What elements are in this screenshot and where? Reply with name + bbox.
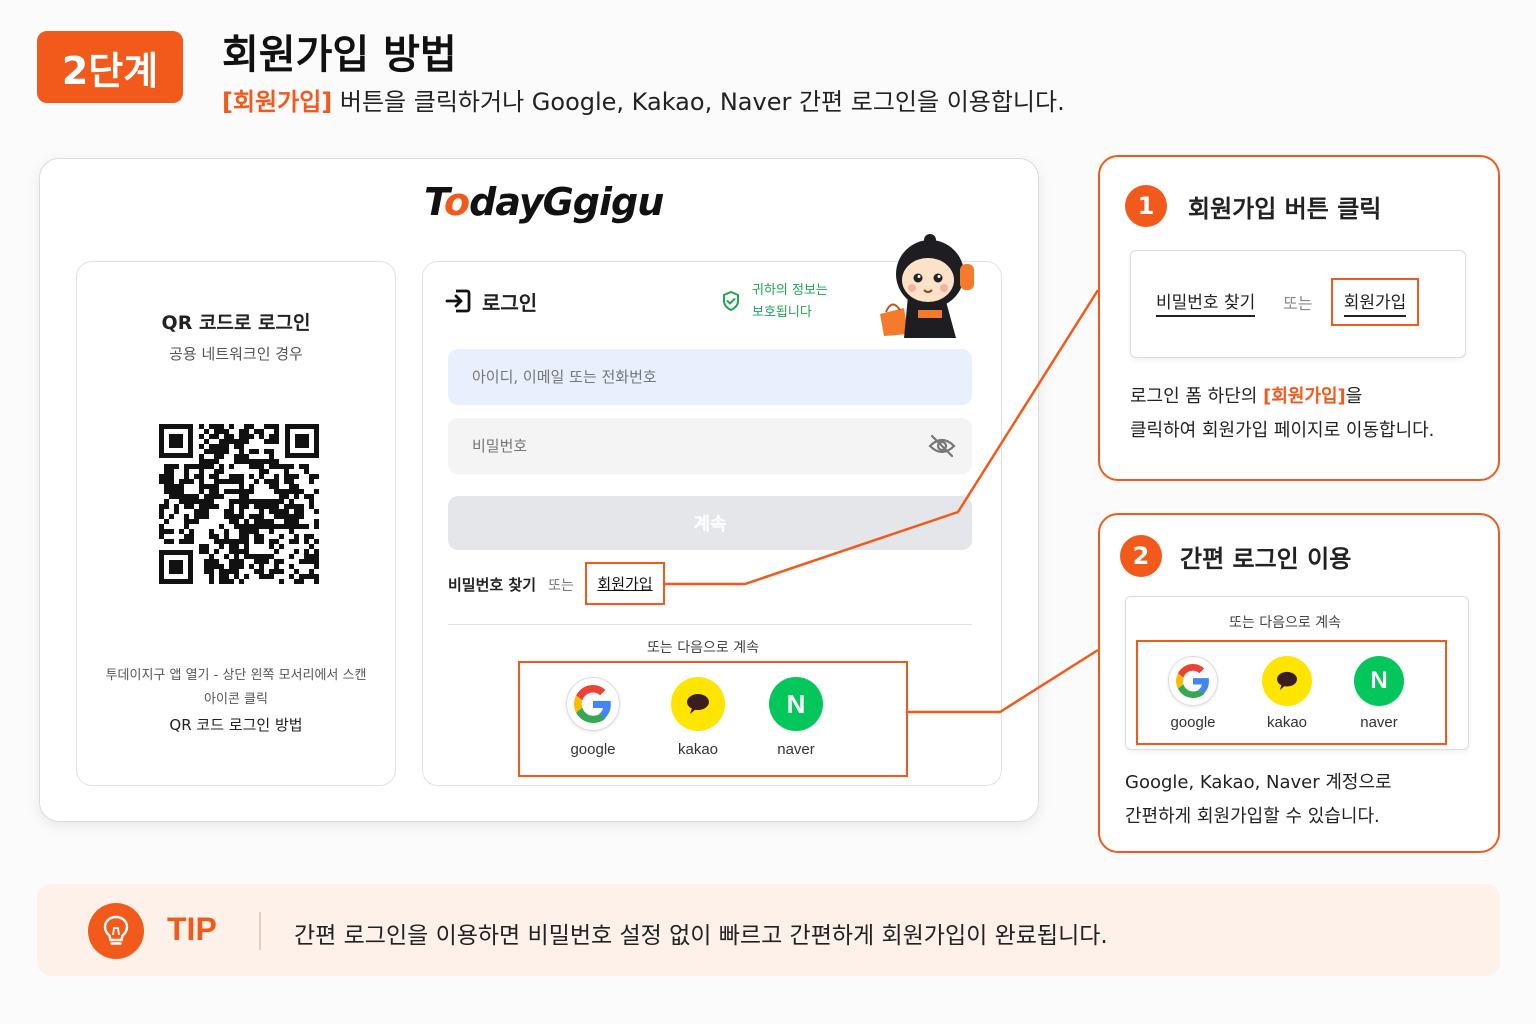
google-icon [1168, 656, 1218, 706]
callout1-desc-line1: 로그인 폼 하단의 [회원가입]을 [1130, 380, 1490, 414]
callout1-or: 또는 [1283, 294, 1313, 313]
kakao-label: kakao [677, 741, 719, 758]
qr-instructions-line1: 투데이지구 앱 열기 - 상단 왼쪽 모서리에서 스캔 [105, 668, 367, 683]
callout1-number-badge: 1 [1125, 185, 1167, 227]
or-separator: 또는 [548, 577, 574, 594]
logo-letter-t: T [424, 180, 445, 224]
callout2-kakao-label: kakao [1266, 714, 1308, 731]
login-title: 로그인 [482, 291, 538, 315]
security-notice-line1: 귀하의 정보는 [752, 283, 828, 298]
naver-login-button[interactable]: N naver [764, 677, 828, 758]
callout1-desc-post: 을 [1345, 386, 1363, 407]
subtitle-text: 버튼을 클릭하거나 Google, Kakao, Naver 간편 로그인을 이… [332, 88, 1065, 116]
tip-text: 간편 로그인을 이용하면 비밀번호 설정 없이 빠르고 간편하게 회원가입이 완… [294, 923, 1108, 949]
page-subtitle: [회원가입] 버튼을 클릭하거나 Google, Kakao, Naver 간편… [222, 82, 1065, 117]
callout2-naver-label: naver [1360, 714, 1398, 731]
google-icon [566, 677, 620, 731]
security-notice-line2: 보호됩니다 [752, 305, 812, 320]
callout2-google: google [1163, 656, 1223, 731]
qr-title: QR 코드로 로그인 [161, 312, 311, 334]
kakao-icon [671, 677, 725, 731]
page-title: 회원가입 방법 [222, 32, 457, 78]
callout2-number-badge: 2 [1120, 535, 1162, 577]
site-logo[interactable]: TodayGgigu [424, 180, 664, 224]
logo-letter-o: o [444, 180, 470, 224]
qr-instructions-line2: 아이콘 클릭 [204, 692, 268, 707]
callout1-desc-highlight: [회원가입] [1263, 386, 1346, 407]
kakao-login-button[interactable]: kakao [666, 677, 730, 758]
qr-method-link[interactable]: QR 코드 로그인 방법 [76, 714, 396, 735]
callout1-signup-highlight: 회원가입 [1331, 278, 1419, 326]
password-input[interactable] [448, 418, 972, 474]
callout2-naver: N naver [1349, 656, 1409, 731]
divider [448, 624, 972, 625]
callout2-desc-line1: Google, Kakao, Naver 계정으로 [1125, 772, 1392, 793]
google-login-button[interactable]: google [561, 677, 625, 758]
qr-instructions: 투데이지구 앱 열기 - 상단 왼쪽 모서리에서 스캔아이콘 클릭 [86, 664, 386, 712]
naver-label: naver [777, 741, 815, 758]
google-label: google [570, 741, 616, 758]
security-notice: 귀하의 정보는보호됩니다 [752, 280, 862, 324]
callout1-desc-pre: 로그인 폼 하단의 [1130, 386, 1264, 407]
qr-subtitle: 공용 네트워크인 경우 [169, 345, 303, 363]
callout2-google-label: google [1170, 714, 1216, 731]
find-password-link[interactable]: 비밀번호 찾기 [448, 574, 536, 595]
callout1-title: 회원가입 버튼 클릭 [1188, 195, 1382, 223]
callout2-description: Google, Kakao, Naver 계정으로 간편하게 회원가입할 수 있… [1125, 766, 1495, 834]
or-continue-label: 또는 다음으로 계속 [647, 640, 759, 656]
password-input-wrapper [448, 418, 972, 474]
mascot-illustration [880, 234, 974, 338]
callout1-find-password: 비밀번호 찾기 [1156, 288, 1256, 317]
naver-icon: N [769, 677, 823, 731]
callout2-or-continue: 또는 다음으로 계속 [1229, 615, 1341, 631]
continue-button[interactable]: 계속 [448, 496, 972, 550]
callout1-signup: 회원가입 [1343, 288, 1407, 317]
step-badge: 2단계 [37, 31, 183, 103]
callout1-description: 로그인 폼 하단의 [회원가입]을 클릭하여 회원가입 페이지로 이동합니다. [1130, 380, 1490, 448]
logo-text: dayGgigu [469, 180, 664, 224]
lightbulb-icon [88, 903, 144, 959]
tip-separator [259, 912, 261, 950]
eye-off-icon[interactable] [928, 434, 956, 458]
kakao-icon [1262, 656, 1312, 706]
signup-link[interactable]: 회원가입 [597, 573, 652, 594]
qr-code-image [159, 424, 319, 584]
callout2-title: 간편 로그인 이용 [1180, 545, 1352, 573]
callout2-desc-line2: 간편하게 회원가입할 수 있습니다. [1125, 806, 1380, 827]
shield-check-icon [723, 290, 739, 312]
callout1-desc-line2: 클릭하여 회원가입 페이지로 이동합니다. [1130, 420, 1435, 441]
login-icon [445, 289, 471, 313]
id-input[interactable] [448, 349, 972, 405]
tip-label: TIP [167, 911, 217, 947]
subtitle-highlight: [회원가입] [222, 88, 333, 116]
naver-icon: N [1354, 656, 1404, 706]
account-links: 비밀번호 찾기 또는 [448, 574, 574, 595]
signup-highlight-box: 회원가입 [585, 562, 665, 605]
id-input-wrapper [448, 349, 972, 405]
callout2-kakao: kakao [1257, 656, 1317, 731]
